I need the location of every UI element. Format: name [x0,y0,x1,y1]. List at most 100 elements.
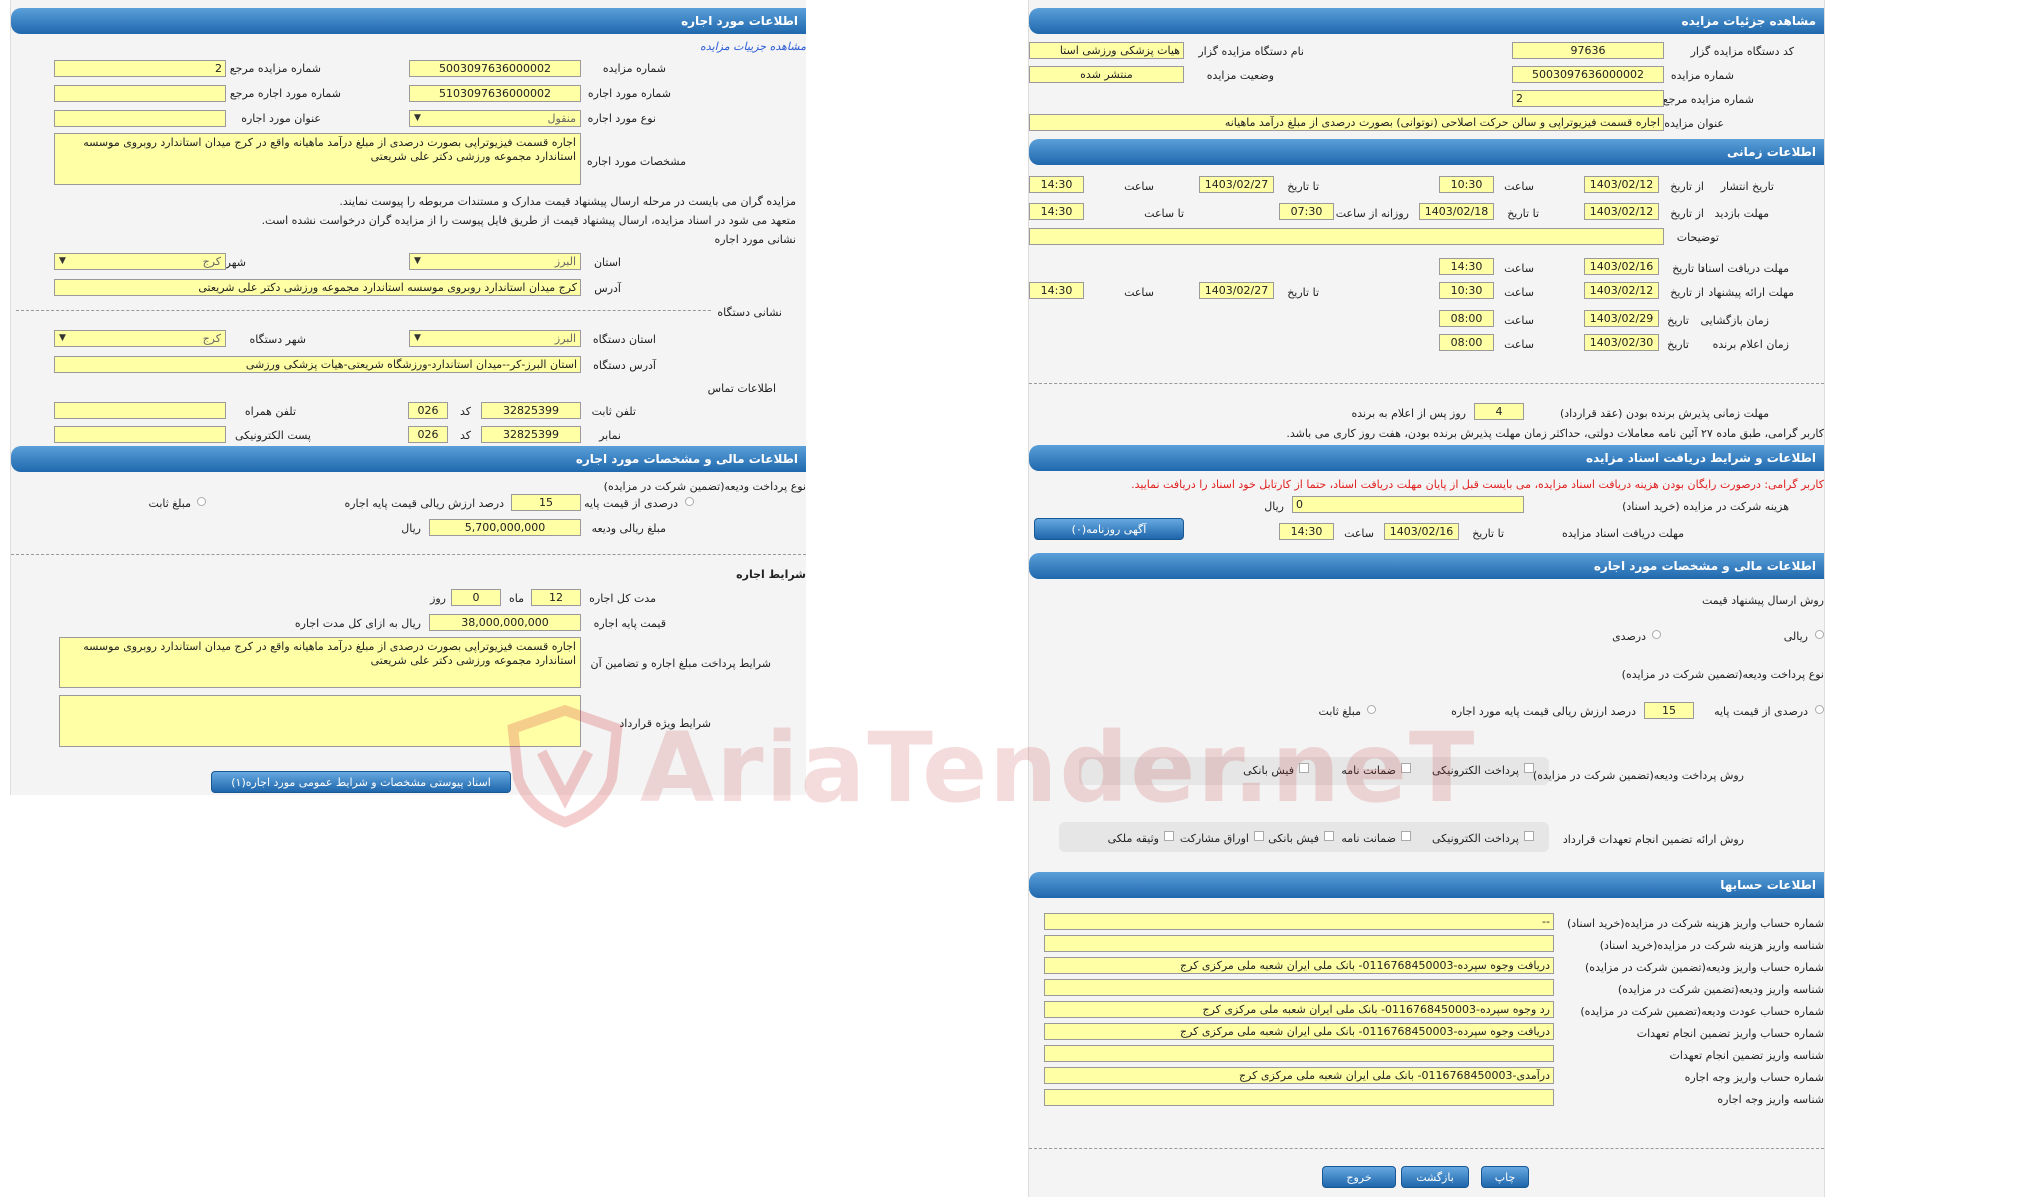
payment-terms-textarea: اجاره قسمت فیزیوتراپی بصورت درصدی از مبل… [59,637,581,688]
publish-from-label: از تاریخ [1670,180,1704,193]
publish-label: تاریخ انتشار [1720,180,1774,193]
percent-base-radio[interactable] [1815,705,1824,714]
daily-to-field: 14:30 [1029,203,1084,220]
deposit-method-label: روش پرداخت ودیعه(تضمین شرکت در مزایده) [1532,769,1744,782]
lease-info-header: اطلاعات مورد اجاره [11,8,806,34]
ref-lease-no-field [54,85,226,102]
winner-time-label: ساعت [1504,338,1534,351]
bid-method-label: روش ارسال پیشنهاد قیمت [1701,594,1824,607]
device-province-select[interactable]: البرز ▼ [409,330,581,347]
epay-checkbox[interactable] [1524,763,1534,773]
percent-radio[interactable] [685,497,694,506]
view-auction-details-link[interactable]: مشاهده جزییات مزایده [700,40,806,53]
days-field: 0 [451,589,501,606]
financial-header: اطلاعات مالی و مشخصات مورد اجاره [11,446,806,472]
lease-type-select[interactable]: منقول ▼ [409,110,581,127]
email-field [54,426,226,443]
percent-option-radio[interactable] [1652,630,1661,639]
acc2-field [1044,935,1554,952]
fax-field: 32825399 [481,426,581,443]
acceptance-label: مهلت زمانی پذیرش برنده بودن (عقد قرارداد… [1559,407,1769,420]
status-field: منتشر شده [1029,66,1184,83]
rial-radio[interactable] [1815,630,1824,639]
device-province-value: البرز [554,332,576,345]
percent-suffix: درصد ارزش ریالی قیمت پایه مورد اجاره [1451,705,1636,718]
chevron-down-icon: ▼ [59,256,66,266]
title-field: اجاره قسمت فیزیوتراپی و سالن حرکت اصلاحی… [1029,114,1664,131]
device-city-select[interactable]: کرج ▼ [54,330,226,347]
opening-time-field: 08:00 [1439,310,1494,327]
auction-details-panel: مشاهده جزئیات مزایده کد دستگاه مزایده گز… [1028,0,1825,1197]
percent-option-label: درصدی [1612,630,1646,643]
day-label: روز [430,592,446,605]
month-label: ماه [508,592,524,605]
rial-option-label: ریالی [1783,630,1808,643]
opening-time-label: ساعت [1504,314,1534,327]
commit-receipt-checkbox[interactable] [1324,831,1334,841]
acc6-label: شماره حساب واریز تضمین انجام تعهدات [1636,1027,1824,1040]
fixed-label: مبلغ ثابت [148,497,191,510]
doc-period-to-label: تا تاریخ [1472,527,1504,540]
acc8-field: درآمدی-0116768450003- بانک ملی ایران شعب… [1044,1067,1554,1084]
publish-from-time-label: ساعت [1504,180,1534,193]
attachments-button[interactable]: اسناد پیوستی مشخصات و شرایط عمومی مورد ا… [211,771,511,793]
city-select[interactable]: کرج ▼ [54,253,226,270]
docs-header: اطلاعات و شرایط دریافت اسناد مزایده [1029,445,1824,471]
province-select[interactable]: البرز ▼ [409,253,581,270]
auction-no-field: 5003097636000002 [409,60,581,77]
phone-code-label: کد [459,405,471,418]
commit-guarantee-checkbox[interactable] [1401,831,1411,841]
mobile-label: تلفن همراه [244,405,296,418]
percent-base-label: درصدی از قیمت پایه [1714,705,1808,718]
deposit-amount-field: 5,700,000,000 [429,519,581,536]
daily-from-label: روزانه از ساعت [1335,207,1409,220]
opening-date-field: 1403/02/29 [1584,310,1659,327]
print-button[interactable]: چاپ [1481,1166,1529,1188]
newspaper-ad-button[interactable]: آگهی روزنامه(۰) [1034,518,1184,540]
offer-from-time-field: 10:30 [1439,282,1494,299]
doc-deadline-time-field: 14:30 [1439,258,1494,275]
doc-deadline-label: مهلت دریافت اسناد [1700,262,1789,275]
phone-field: 32825399 [481,402,581,419]
exit-button[interactable]: خروج [1322,1166,1396,1188]
ref-lease-no-label: شماره مورد اجاره مرجع [229,87,341,100]
fixed-radio[interactable] [197,497,206,506]
percent-field: 15 [1644,702,1694,719]
lease-no-field: 5103097636000002 [409,85,581,102]
publish-from-field: 1403/02/12 [1584,176,1659,193]
publish-to-time-label: ساعت [1124,180,1154,193]
doc-deadline-to-label: تا تاریخ [1672,262,1704,275]
device-address-title: نشانی دستگاه [713,306,786,319]
doc-fee-rial: ریال [1264,500,1284,513]
commit-method-label: روش ارائه تضمین انجام تعهدات قرارداد [1562,833,1744,846]
offer-to-time-label: ساعت [1124,286,1154,299]
winner-label: زمان اعلام برنده [1712,338,1789,351]
acc5-label: شماره حساب عودت ودیعه(تضمین شرکت در مزای… [1580,1005,1824,1018]
desc-field [1029,228,1664,245]
commit-epay-checkbox[interactable] [1524,831,1534,841]
divider [1029,1148,1824,1149]
visit-from-label: از تاریخ [1670,207,1704,220]
org-code-label: کد دستگاه مزایده گزار [1690,45,1794,58]
acc9-field [1044,1089,1554,1106]
doc-deadline-time-label: ساعت [1504,262,1534,275]
contact-title: اطلاعات تماس [707,382,776,395]
email-label: پست الکترونیکی [235,429,311,442]
opening-date-label: تاریخ [1667,314,1689,327]
auction-details-header: مشاهده جزئیات مزایده [1029,8,1824,34]
offer-from-field: 1403/02/12 [1584,282,1659,299]
deposit-rial-label: ریال [401,522,421,535]
province-label: استان [593,256,621,269]
city-value: کرج [202,255,221,268]
doc-fee-label: هزینه شرکت در مزایده (خرید اسناد) [1622,500,1789,513]
property-checkbox[interactable] [1164,831,1174,841]
lease-title-label: عنوان مورد اجاره [241,112,321,125]
bonds-checkbox[interactable] [1254,831,1264,841]
deposit-amount-label: مبلغ ریالی ودیعه [591,522,666,535]
specs-label: مشخصات مورد اجاره [586,155,686,168]
lease-type-label: نوع مورد اجاره [587,112,656,125]
back-button[interactable]: بازگشت [1401,1166,1469,1188]
fax-label: نمابر [599,429,621,442]
doc-period-time-field: 14:30 [1279,523,1334,540]
watermark-logo-icon [507,704,623,828]
